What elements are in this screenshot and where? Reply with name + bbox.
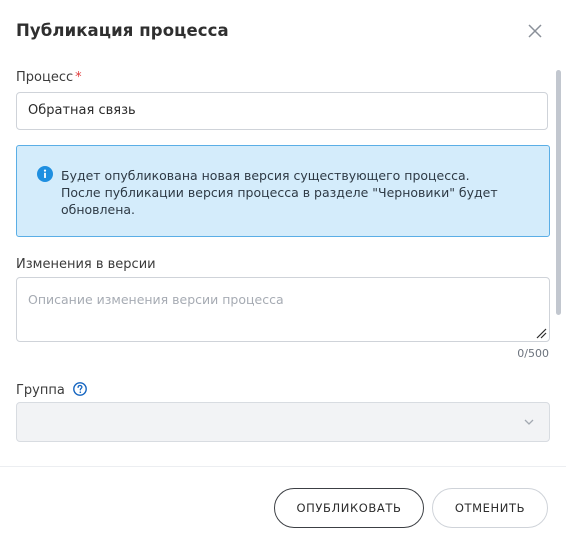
group-label-text: Группа xyxy=(16,383,65,398)
char-counter: 0/500 xyxy=(517,347,549,360)
dialog-header: Публикация процесса xyxy=(16,20,550,44)
chevron-down-icon xyxy=(524,419,534,425)
changes-placeholder: Описание изменения версии процесса xyxy=(28,292,284,307)
info-icon xyxy=(37,166,53,182)
resize-handle-icon[interactable] xyxy=(535,327,547,339)
changes-textarea[interactable]: Описание изменения версии процесса xyxy=(16,277,550,342)
publish-button[interactable]: ОПУБЛИКОВАТЬ xyxy=(274,488,424,528)
close-icon xyxy=(528,24,542,38)
info-message: Будет опубликована новая версия существу… xyxy=(61,167,529,218)
info-line-2: После публикации версия процесса в разде… xyxy=(61,185,498,200)
cancel-button[interactable]: ОТМЕНИТЬ xyxy=(432,488,548,528)
group-select[interactable] xyxy=(16,402,550,442)
process-input[interactable]: Обратная связь xyxy=(16,92,548,130)
info-alert: Будет опубликована новая версия существу… xyxy=(16,145,550,237)
publish-process-dialog: Публикация процесса Процесс * Обратная св… xyxy=(0,0,566,540)
footer-divider xyxy=(0,466,566,467)
info-line-1: Будет опубликована новая версия существу… xyxy=(61,168,470,183)
group-label: Группа xyxy=(16,382,87,399)
process-label-text: Процесс xyxy=(16,70,74,85)
scrollbar-thumb[interactable] xyxy=(556,70,561,315)
process-input-value: Обратная связь xyxy=(28,103,136,118)
changes-label: Изменения в версии xyxy=(16,257,156,272)
info-line-3: обновлена. xyxy=(61,202,136,217)
required-mark: * xyxy=(75,70,82,85)
process-label: Процесс * xyxy=(16,70,82,86)
close-button[interactable] xyxy=(524,20,546,42)
dialog-title: Публикация процесса xyxy=(16,21,229,40)
help-icon[interactable] xyxy=(73,382,87,396)
